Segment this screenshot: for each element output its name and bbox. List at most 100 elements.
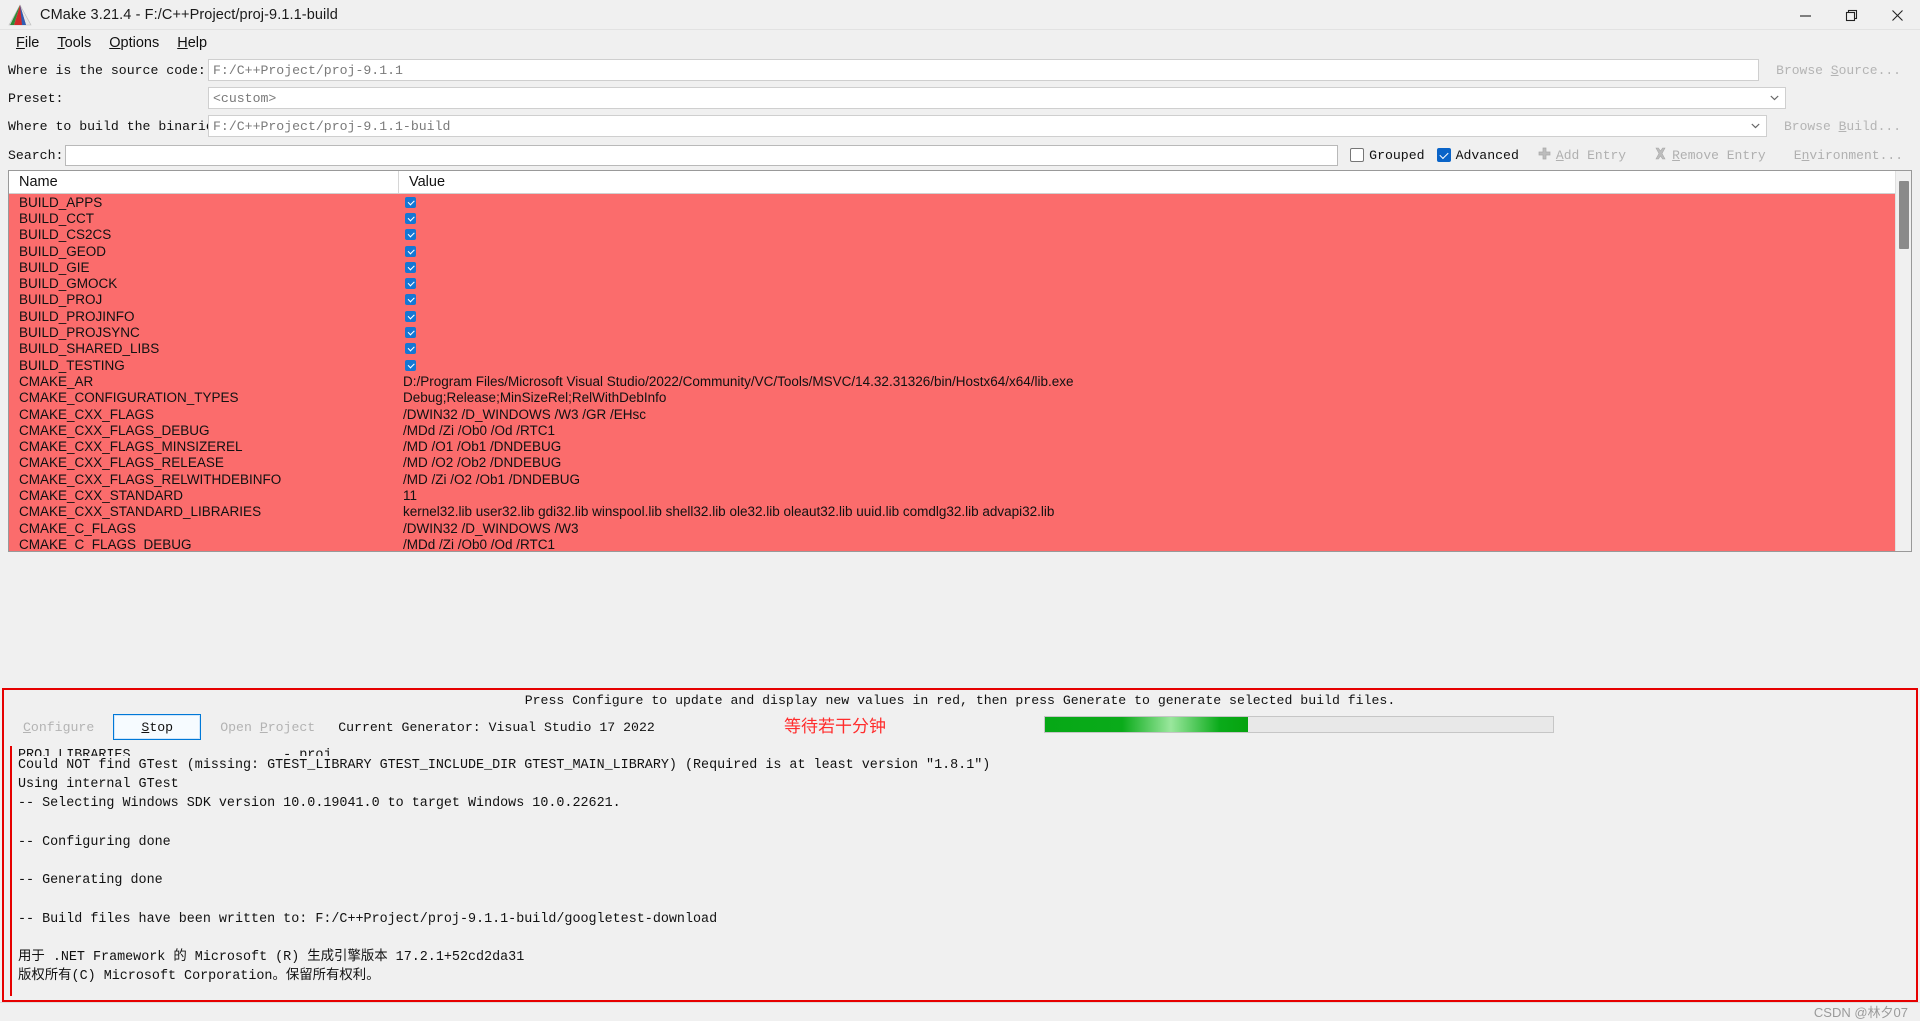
cache-entry-checkbox[interactable] [405, 310, 416, 322]
column-header-value[interactable]: Value [399, 171, 1895, 193]
cache-entry-value[interactable] [399, 261, 1895, 273]
source-path-input[interactable]: F:/C++Project/proj-9.1.1 [208, 59, 1760, 81]
cache-entry-checkbox[interactable] [405, 359, 416, 371]
cache-entry-value[interactable] [399, 294, 1895, 306]
preset-combobox[interactable]: <custom> [208, 87, 1786, 109]
cache-entry-value[interactable]: Debug;Release;MinSizeRel;RelWithDebInfo [399, 390, 1895, 405]
table-row[interactable]: CMAKE_CXX_FLAGS_MINSIZEREL/MD /O1 /Ob1 /… [9, 438, 1895, 454]
menu-tools[interactable]: Tools [49, 33, 101, 54]
table-row[interactable]: BUILD_PROJ [9, 292, 1895, 308]
cache-entry-value[interactable]: /MD /Zi /O2 /Ob1 /DNDEBUG [399, 472, 1895, 487]
cache-entry-checkbox[interactable] [405, 212, 416, 224]
progress-bar [1044, 716, 1554, 733]
table-row[interactable]: BUILD_GMOCK [9, 275, 1895, 291]
table-row[interactable]: BUILD_GEOD [9, 243, 1895, 259]
table-row[interactable]: BUILD_GIE [9, 259, 1895, 275]
grouped-checkbox-box[interactable] [1350, 148, 1365, 162]
menu-file[interactable]: File [8, 33, 49, 54]
cache-entry-value[interactable] [399, 245, 1895, 257]
grouped-checkbox[interactable]: Grouped [1350, 148, 1425, 163]
table-row[interactable]: CMAKE_CONFIGURATION_TYPES Debug;Release;M… [9, 390, 1895, 406]
cache-entry-name: CMAKE_CXX_FLAGS_RELWITHDEBINFO [19, 471, 282, 487]
cache-entry-value[interactable]: /MD /O2 /Ob2 /DNDEBUG [399, 455, 1895, 470]
table-row[interactable]: BUILD_SHARED_LIBS [9, 341, 1895, 357]
advanced-checkbox-box[interactable] [1436, 148, 1451, 162]
close-icon[interactable] [1874, 0, 1920, 30]
cache-entry-name: BUILD_GMOCK [19, 276, 118, 292]
cache-entry-value[interactable]: /MDd /Zi /Ob0 /Od /RTC1 [399, 423, 1895, 438]
cache-entry-value[interactable]: 11 [399, 488, 1895, 503]
binaries-path-input[interactable]: F:/C++Project/proj-9.1.1-build [208, 115, 1767, 137]
cache-entry-value[interactable]: /MD /O1 /Ob1 /DNDEBUG [399, 439, 1895, 454]
cache-entry-checkbox[interactable] [405, 261, 416, 273]
add-entry-button[interactable]: Add Entry [1528, 143, 1636, 167]
log-line: 版权所有(C) Microsoft Corporation。保留所有权利。 [18, 969, 380, 985]
restore-icon[interactable] [1828, 0, 1874, 30]
cache-entry-value[interactable] [399, 229, 1895, 241]
preset-value: <custom> [213, 90, 277, 106]
browse-source-button[interactable]: Browse Source... [1765, 59, 1912, 81]
cmake-logo-icon [8, 3, 34, 26]
minimize-icon[interactable] [1782, 0, 1828, 30]
table-scrollbar-thumb[interactable] [1899, 181, 1909, 249]
table-scrollbar[interactable] [1895, 171, 1911, 551]
cache-entry-value[interactable] [399, 196, 1895, 208]
cache-entry-name: BUILD_TESTING [19, 357, 125, 373]
chevron-down-icon[interactable] [1766, 88, 1783, 108]
table-row[interactable]: BUILD_TESTING [9, 357, 1895, 373]
advanced-checkbox[interactable]: Advanced [1436, 148, 1519, 163]
cache-entry-value[interactable]: /MDd /Zi /Ob0 /Od /RTC1 [399, 537, 1895, 551]
table-row[interactable]: CMAKE_CXX_FLAGS/DWIN32 /D_WINDOWS /W3 /G… [9, 406, 1895, 422]
table-row[interactable]: BUILD_PROJSYNC [9, 324, 1895, 340]
cache-entry-checkbox[interactable] [405, 343, 416, 355]
cache-entry-value[interactable] [399, 212, 1895, 224]
cache-entry-checkbox[interactable] [405, 196, 416, 208]
cache-entry-checkbox[interactable] [405, 229, 416, 241]
menu-help[interactable]: Help [169, 33, 217, 54]
stop-button[interactable]: Stop [113, 714, 202, 740]
cache-table-body: BUILD_APPS BUILD_CCT BUILD_CS2CS BUILD_GEOD… [9, 194, 1895, 551]
current-generator-label: Current Generator: Visual Studio 17 2022 [338, 719, 655, 735]
cache-entry-name: BUILD_CCT [19, 210, 95, 226]
browse-build-button[interactable]: Browse Build... [1772, 115, 1912, 137]
open-project-button[interactable]: Open Project [207, 714, 329, 740]
table-row[interactable]: CMAKE_CXX_STANDARD_LIBRARIES kernel32.lib… [9, 504, 1895, 520]
cache-entry-value[interactable]: /DWIN32 /D_WINDOWS /W3 /GR /EHsc [399, 407, 1895, 422]
cache-entry-value[interactable]: kernel32.lib user32.lib gdi32.lib winspo… [399, 504, 1895, 519]
cache-entry-value[interactable]: /DWIN32 /D_WINDOWS /W3 [399, 521, 1895, 536]
remove-entry-button[interactable]: Remove Entry [1645, 143, 1775, 167]
cache-entry-name: BUILD_PROJSYNC [19, 325, 140, 341]
cache-entry-name: CMAKE_CXX_FLAGS_RELEASE [19, 455, 224, 471]
cache-entry-value[interactable] [399, 343, 1895, 355]
cache-entry-checkbox[interactable] [405, 327, 416, 339]
menu-options[interactable]: Options [101, 33, 169, 54]
table-row[interactable]: CMAKE_CXX_FLAGS_RELEASE/MD /O2 /Ob2 /DND… [9, 455, 1895, 471]
search-row: Search: Grouped Advanced Add Entry Remov… [0, 142, 1920, 170]
log-output[interactable]: PROJ_LIBRARIES - proj Could NOT find GTes… [10, 746, 1910, 996]
table-row[interactable]: BUILD_CCT [9, 210, 1895, 226]
cache-entry-name: BUILD_PROJ [19, 292, 103, 308]
column-header-name[interactable]: Name [9, 171, 399, 193]
table-row[interactable]: CMAKE_CXX_STANDARD 11 [9, 487, 1895, 503]
chevron-down-icon-binaries[interactable] [1747, 116, 1764, 136]
cache-entry-checkbox[interactable] [405, 245, 416, 257]
table-row[interactable]: BUILD_CS2CS [9, 227, 1895, 243]
cache-entry-value[interactable]: D:/Program Files/Microsoft Visual Studio… [399, 374, 1895, 389]
cache-entry-value[interactable] [399, 359, 1895, 371]
cache-entry-value[interactable] [399, 327, 1895, 339]
cache-entry-checkbox[interactable] [405, 278, 416, 290]
table-row[interactable]: BUILD_APPS [9, 194, 1895, 210]
table-row[interactable]: CMAKE_CXX_FLAGS_DEBUG/MDd /Zi /Ob0 /Od /… [9, 422, 1895, 438]
table-row[interactable]: CMAKE_AR D:/Program Files/Microsoft Visua… [9, 373, 1895, 389]
cache-entry-value[interactable] [399, 310, 1895, 322]
cache-entry-checkbox[interactable] [405, 294, 416, 306]
table-row[interactable]: CMAKE_C_FLAGS/DWIN32 /D_WINDOWS /W3 [9, 520, 1895, 536]
browse-build-label: Browse [1783, 118, 1839, 134]
search-input[interactable] [65, 144, 1339, 166]
table-row[interactable]: CMAKE_C_FLAGS_DEBUG/MDd /Zi /Ob0 /Od /RT… [9, 536, 1895, 551]
environment-button[interactable]: Environment... [1784, 143, 1912, 167]
table-row[interactable]: CMAKE_CXX_FLAGS_RELWITHDEBINFO/MD /Zi /O… [9, 471, 1895, 487]
configure-button[interactable]: Configure [10, 714, 108, 740]
table-row[interactable]: BUILD_PROJINFO [9, 308, 1895, 324]
cache-entry-value[interactable] [399, 278, 1895, 290]
